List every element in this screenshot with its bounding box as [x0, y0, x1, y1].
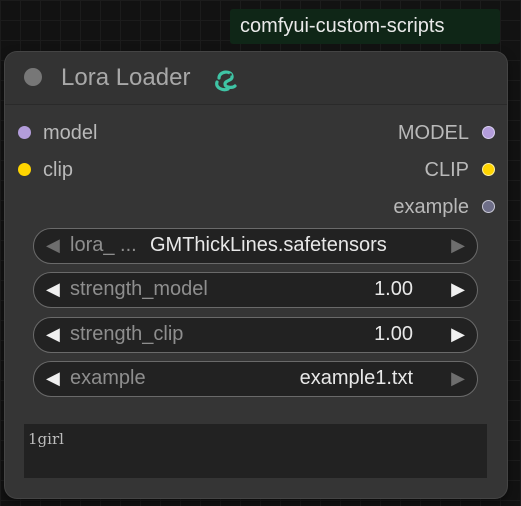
prompt-textarea[interactable]: 1girl — [24, 424, 487, 478]
widget-value: 1.00 — [374, 278, 413, 300]
output-label-model: MODEL — [397, 122, 469, 144]
widget-label: strength_model — [70, 278, 208, 300]
strength-model-number[interactable]: ◀ strength_model 1.00 ▶ — [33, 272, 478, 308]
widget-label: strength_clip — [70, 323, 184, 345]
slot-dot[interactable] — [482, 126, 495, 139]
widget-label: example — [70, 367, 146, 389]
input-slot-clip[interactable]: clip — [18, 158, 138, 182]
output-slot-example[interactable]: example — [345, 195, 495, 219]
widget-value: 1.00 — [374, 323, 413, 345]
output-slot-clip[interactable]: CLIP — [345, 158, 495, 182]
widget-value: example1.txt — [299, 367, 413, 389]
extension-badge: comfyui-custom-scripts — [230, 9, 500, 44]
output-label-clip: CLIP — [424, 159, 469, 181]
decrement-arrow-icon[interactable]: ◀ — [46, 273, 60, 306]
input-label-model: model — [43, 122, 98, 144]
slot-dot[interactable] — [482, 163, 495, 176]
increment-arrow-icon[interactable]: ▶ — [451, 273, 465, 306]
decrement-arrow-icon[interactable]: ◀ — [46, 229, 60, 262]
widget-label: lora_ ... — [70, 234, 137, 256]
decrement-arrow-icon[interactable]: ◀ — [46, 318, 60, 351]
node-title: Lora Loader — [61, 64, 191, 91]
snake-icon — [215, 70, 237, 92]
increment-arrow-icon[interactable]: ▶ — [451, 362, 465, 395]
example-combo[interactable]: ◀ example example1.txt ▶ — [33, 361, 478, 397]
increment-arrow-icon[interactable]: ▶ — [451, 229, 465, 262]
increment-arrow-icon[interactable]: ▶ — [451, 318, 465, 351]
node-header[interactable]: Lora Loader — [5, 52, 507, 105]
widget-value: GMThickLines.safetensors — [150, 234, 387, 256]
slot-dot[interactable] — [18, 163, 31, 176]
decrement-arrow-icon[interactable]: ◀ — [46, 362, 60, 395]
lora-name-combo[interactable]: ◀ lora_ ... GMThickLines.safetensors ▶ — [33, 228, 478, 264]
slot-dot[interactable] — [18, 126, 31, 139]
output-slot-model[interactable]: MODEL — [345, 121, 495, 145]
slot-dot[interactable] — [482, 200, 495, 213]
collapse-toggle[interactable] — [24, 68, 42, 86]
input-slot-model[interactable]: model — [18, 121, 138, 145]
strength-clip-number[interactable]: ◀ strength_clip 1.00 ▶ — [33, 317, 478, 353]
lora-loader-node[interactable]: Lora Loader model clip MODEL CLIP exampl… — [5, 52, 507, 498]
input-label-clip: clip — [43, 159, 74, 181]
output-label-example: example — [393, 196, 469, 218]
